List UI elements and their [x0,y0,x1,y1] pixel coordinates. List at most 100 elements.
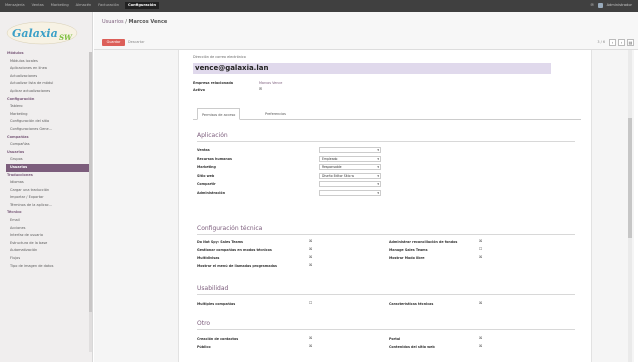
application-select-value: Empleado [322,156,338,161]
sidebar-item[interactable]: Configuraciones Gene... [6,126,90,134]
application-row-label: Ventas [197,148,210,152]
application-select[interactable]: Diseño Editor Sitio w ▾ [319,172,381,179]
sidebar-item[interactable]: Automatización [6,247,90,255]
technical-row-label: Mostrar Modo libre [389,256,425,260]
email-field[interactable]: vence@galaxia.lan [193,63,551,74]
menu-item-invoicing[interactable]: Facturación [97,2,120,9]
technical-row-label: Multidivisas [197,256,220,260]
pager-count: 3 / 6 [597,40,605,44]
other-row-label: Portal [389,337,401,341]
main-menu: Mensajería Ventas Marketing Almacén Fact… [4,2,160,9]
application-row-label: Sitio web [197,173,215,178]
other-checkbox[interactable]: ☒ [479,344,482,348]
sidebar-item[interactable]: Grupos [6,156,90,164]
sidebar-item[interactable]: Estructura de la base [6,240,90,248]
other-checkbox[interactable]: ☒ [309,344,312,348]
sidebar-item[interactable]: Módulos locales [6,58,90,66]
sidebar-item[interactable]: Aplicaciones en línea [6,65,90,73]
sidebar-item[interactable]: Compañías [6,141,90,149]
chat-icon[interactable]: ✉ [591,2,594,9]
sidebar: Galaxia SW Módulos Módulos locales Aplicac… [0,12,93,362]
discard-button[interactable]: Descartar [128,39,145,46]
save-button[interactable]: Guardar [102,39,125,46]
technical-checkbox[interactable]: ☐ [479,247,482,251]
form-scrollbar[interactable] [628,50,632,362]
section-usability-title: Usabilidad [197,285,229,292]
technical-row-label: Gestionar compañías en modos técnicos [197,248,272,252]
sidebar-item[interactable]: Tablero [6,103,90,111]
sidebar-menu: Módulos Módulos locales Aplicaciones en lí… [6,50,90,270]
application-select[interactable]: Responsable ▾ [319,164,381,170]
technical-checkbox[interactable]: ☒ [479,255,482,259]
company-logo: Galaxia SW [6,21,78,45]
sidebar-section-header: Traducciones [7,172,33,177]
breadcrumb: Usuarios / Marcos Vence [102,19,167,25]
usability-checkbox[interactable]: ☐ [309,301,312,305]
menu-item-warehouse[interactable]: Almacén [75,2,93,9]
sidebar-item[interactable]: Acciones [6,225,90,233]
menu-item-marketing[interactable]: Marketing [50,2,70,9]
logo-suffix: SW [59,33,73,42]
sidebar-item[interactable]: Importar / Exportar [6,194,90,202]
menu-item-settings[interactable]: Configuración [125,2,160,9]
application-row-label: Recursos humanos [197,156,232,161]
application-row-label: Administración [197,190,226,195]
sidebar-item[interactable]: Actualizar lista de módul [6,80,90,88]
technical-row-label: Administrar reconciliación de fondos [389,240,458,244]
menu-item-messaging[interactable]: Mensajería [4,2,26,9]
application-select[interactable]: Empleado ▾ [319,155,381,162]
other-checkbox[interactable]: ☒ [479,336,482,340]
sidebar-item[interactable]: Usuarios [6,163,90,172]
section-divider [197,141,575,142]
usability-checkbox[interactable]: ☒ [479,301,482,305]
menu-item-sales[interactable]: Ventas [31,2,45,9]
sidebar-scrollbar-thumb[interactable] [89,52,92,312]
usability-row-label: Características técnicas [389,302,434,306]
application-select[interactable]: ▾ [319,181,381,187]
top-navbar: Mensajería Ventas Marketing Almacén Fact… [0,0,638,12]
form-area: Dirección de correo electrónico vence@ga… [94,50,634,362]
pager-prev-button[interactable]: ‹ [609,39,616,46]
technical-checkbox[interactable]: ☒ [309,247,312,251]
sidebar-section-header: Usuarios [7,149,25,154]
sidebar-item[interactable]: Marketing [6,111,90,119]
sidebar-item[interactable]: Tipo de imagen de datos [6,263,90,271]
technical-checkbox[interactable]: ☒ [309,239,312,243]
sidebar-item[interactable]: Actualizaciones [6,73,90,81]
caret-down-icon: ▾ [377,165,379,169]
technical-checkbox[interactable]: ☒ [479,239,482,243]
caret-down-icon: ▾ [377,148,379,152]
sidebar-item[interactable]: Interfaz de usuario [6,232,90,240]
usability-row-label: Multiples compañías [197,302,236,306]
application-select[interactable]: ▾ [319,147,381,153]
active-checkbox[interactable]: ☒ [259,87,262,91]
sidebar-section-header: Compañías [7,134,29,139]
pager-next-button[interactable]: › [618,39,625,46]
active-label: Activo [193,88,205,92]
sidebar-item[interactable]: Configuración del sitio [6,118,90,126]
user-menu[interactable]: Administrador [607,2,632,9]
related-partner-label: Empresa relacionada [193,81,234,85]
sidebar-item[interactable]: Aplicar actualizaciones [6,88,90,96]
form-view-icon[interactable]: ▤ [627,39,634,46]
technical-checkbox[interactable]: ☒ [309,255,312,259]
breadcrumb-parent[interactable]: Usuarios [102,19,124,25]
sidebar-item[interactable]: Idiomas [6,179,90,187]
form-scrollbar-thumb[interactable] [628,118,632,238]
related-partner-link[interactable]: Marcos Vence [259,81,282,85]
other-checkbox[interactable]: ☒ [309,336,312,340]
sidebar-item[interactable]: Flujos [6,255,90,263]
technical-checkbox[interactable]: ☒ [309,263,312,267]
pager: 3 / 6 ‹ › ▤ [597,39,634,46]
tab-preferences[interactable]: Preferencias [261,108,290,120]
avatar[interactable] [597,3,603,8]
logo-text: Galaxia [12,27,58,40]
caret-down-icon: ▾ [377,182,379,186]
tab-access-rights[interactable]: Permisos de acceso [197,108,241,120]
sidebar-item[interactable]: Cargar una traducción [6,187,90,195]
section-divider [197,329,575,330]
sidebar-item[interactable]: Email [6,217,90,225]
sidebar-scrollbar[interactable] [89,52,92,352]
application-select[interactable]: ▾ [319,189,381,196]
sidebar-item[interactable]: Términos de la aplicac... [6,202,90,210]
